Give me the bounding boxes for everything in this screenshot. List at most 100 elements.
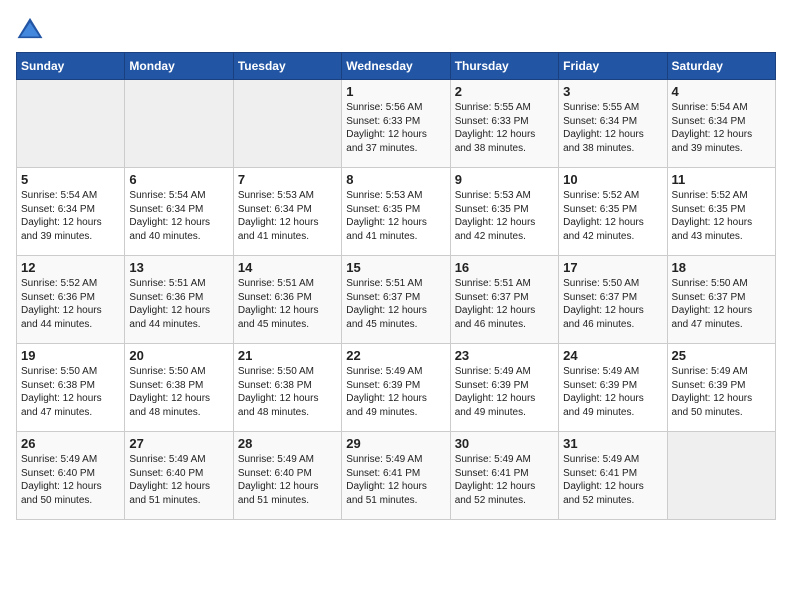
calendar-cell: [667, 432, 775, 520]
day-number: 15: [346, 260, 445, 275]
day-info: Sunrise: 5:51 AM Sunset: 6:36 PM Dayligh…: [129, 277, 228, 331]
day-number: 28: [238, 436, 337, 451]
logo-icon: [16, 16, 44, 40]
day-info: Sunrise: 5:53 AM Sunset: 6:35 PM Dayligh…: [346, 189, 445, 243]
day-number: 14: [238, 260, 337, 275]
day-info: Sunrise: 5:49 AM Sunset: 6:39 PM Dayligh…: [455, 365, 554, 419]
day-info: Sunrise: 5:51 AM Sunset: 6:37 PM Dayligh…: [346, 277, 445, 331]
calendar-cell: 23 Sunrise: 5:49 AM Sunset: 6:39 PM Dayli…: [450, 344, 558, 432]
calendar-cell: 22 Sunrise: 5:49 AM Sunset: 6:39 PM Dayli…: [342, 344, 450, 432]
calendar-cell: 29 Sunrise: 5:49 AM Sunset: 6:41 PM Dayli…: [342, 432, 450, 520]
calendar-cell: 13Sunrise: 5:51 AM Sunset: 6:36 PM Dayli…: [125, 256, 233, 344]
calendar-cell: 11 Sunrise: 5:52 AM Sunset: 6:35 PM Dayli…: [667, 168, 775, 256]
calendar-cell: 2 Sunrise: 5:55 AM Sunset: 6:33 PM Daylig…: [450, 80, 558, 168]
day-number: 1: [346, 84, 445, 99]
day-number: 24: [563, 348, 662, 363]
day-number: 31: [563, 436, 662, 451]
day-number: 21: [238, 348, 337, 363]
calendar-cell: 5 Sunrise: 5:54 AM Sunset: 6:34 PM Daylig…: [17, 168, 125, 256]
header-saturday: Saturday: [667, 53, 775, 80]
calendar-cell: 8 Sunrise: 5:53 AM Sunset: 6:35 PM Daylig…: [342, 168, 450, 256]
calendar-cell: [125, 80, 233, 168]
calendar-cell: 10 Sunrise: 5:52 AM Sunset: 6:35 PM Dayli…: [559, 168, 667, 256]
day-number: 23: [455, 348, 554, 363]
day-number: 16: [455, 260, 554, 275]
day-number: 4: [672, 84, 771, 99]
day-info: Sunrise: 5:54 AM Sunset: 6:34 PM Dayligh…: [672, 101, 771, 155]
calendar-cell: 15 Sunrise: 5:51 AM Sunset: 6:37 PM Dayli…: [342, 256, 450, 344]
day-number: 20: [129, 348, 228, 363]
calendar-cell: 17 Sunrise: 5:50 AM Sunset: 6:37 PM Dayli…: [559, 256, 667, 344]
calendar-week-row: 19 Sunrise: 5:50 AM Sunset: 6:38 PM Dayli…: [17, 344, 776, 432]
calendar-cell: 31 Sunrise: 5:49 AM Sunset: 6:41 PM Dayli…: [559, 432, 667, 520]
day-info: Sunrise: 5:51 AM Sunset: 6:37 PM Dayligh…: [455, 277, 554, 331]
calendar-cell: 25 Sunrise: 5:49 AM Sunset: 6:39 PM Dayli…: [667, 344, 775, 432]
day-info: Sunrise: 5:49 AM Sunset: 6:39 PM Dayligh…: [346, 365, 445, 419]
day-info: Sunrise: 5:49 AM Sunset: 6:39 PM Dayligh…: [672, 365, 771, 419]
day-info: Sunrise: 5:49 AM Sunset: 6:40 PM Dayligh…: [238, 453, 337, 507]
day-number: 22: [346, 348, 445, 363]
day-number: 30: [455, 436, 554, 451]
day-number: 19: [21, 348, 120, 363]
calendar-cell: 12 Sunrise: 5:52 AM Sunset: 6:36 PM Dayli…: [17, 256, 125, 344]
page-header: [16, 16, 776, 40]
calendar-cell: 20Sunrise: 5:50 AM Sunset: 6:38 PM Dayli…: [125, 344, 233, 432]
day-info: Sunrise: 5:52 AM Sunset: 6:35 PM Dayligh…: [563, 189, 662, 243]
day-number: 8: [346, 172, 445, 187]
day-info: Sunrise: 5:55 AM Sunset: 6:33 PM Dayligh…: [455, 101, 554, 155]
calendar-table: SundayMondayTuesdayWednesdayThursdayFrid…: [16, 52, 776, 520]
header-wednesday: Wednesday: [342, 53, 450, 80]
day-info: Sunrise: 5:52 AM Sunset: 6:35 PM Dayligh…: [672, 189, 771, 243]
calendar-cell: 16 Sunrise: 5:51 AM Sunset: 6:37 PM Dayli…: [450, 256, 558, 344]
day-number: 3: [563, 84, 662, 99]
day-number: 12: [21, 260, 120, 275]
calendar-cell: 7Sunrise: 5:53 AM Sunset: 6:34 PM Daylig…: [233, 168, 341, 256]
day-info: Sunrise: 5:53 AM Sunset: 6:35 PM Dayligh…: [455, 189, 554, 243]
day-info: Sunrise: 5:50 AM Sunset: 6:38 PM Dayligh…: [21, 365, 120, 419]
calendar-cell: 19 Sunrise: 5:50 AM Sunset: 6:38 PM Dayli…: [17, 344, 125, 432]
calendar-cell: [233, 80, 341, 168]
header-friday: Friday: [559, 53, 667, 80]
day-info: Sunrise: 5:52 AM Sunset: 6:36 PM Dayligh…: [21, 277, 120, 331]
day-number: 25: [672, 348, 771, 363]
day-number: 11: [672, 172, 771, 187]
day-info: Sunrise: 5:51 AM Sunset: 6:36 PM Dayligh…: [238, 277, 337, 331]
header-tuesday: Tuesday: [233, 53, 341, 80]
calendar-cell: 14 Sunrise: 5:51 AM Sunset: 6:36 PM Dayli…: [233, 256, 341, 344]
day-number: 18: [672, 260, 771, 275]
day-number: 10: [563, 172, 662, 187]
calendar-week-row: 5 Sunrise: 5:54 AM Sunset: 6:34 PM Daylig…: [17, 168, 776, 256]
day-info: Sunrise: 5:50 AM Sunset: 6:38 PM Dayligh…: [238, 365, 337, 419]
day-info: Sunrise: 5:49 AM Sunset: 6:40 PM Dayligh…: [129, 453, 228, 507]
calendar-cell: 18 Sunrise: 5:50 AM Sunset: 6:37 PM Dayli…: [667, 256, 775, 344]
header-sunday: Sunday: [17, 53, 125, 80]
day-info: Sunrise: 5:54 AM Sunset: 6:34 PM Dayligh…: [21, 189, 120, 243]
day-info: Sunrise: 5:49 AM Sunset: 6:41 PM Dayligh…: [563, 453, 662, 507]
calendar-cell: 28 Sunrise: 5:49 AM Sunset: 6:40 PM Dayli…: [233, 432, 341, 520]
day-info: Sunrise: 5:49 AM Sunset: 6:41 PM Dayligh…: [346, 453, 445, 507]
day-info: Sunrise: 5:49 AM Sunset: 6:41 PM Dayligh…: [455, 453, 554, 507]
logo: [16, 16, 48, 40]
calendar-cell: 30 Sunrise: 5:49 AM Sunset: 6:41 PM Dayli…: [450, 432, 558, 520]
day-number: 5: [21, 172, 120, 187]
calendar-cell: 6Sunrise: 5:54 AM Sunset: 6:34 PM Daylig…: [125, 168, 233, 256]
day-number: 17: [563, 260, 662, 275]
calendar-cell: 1 Sunrise: 5:56 AM Sunset: 6:33 PM Daylig…: [342, 80, 450, 168]
calendar-header-row: SundayMondayTuesdayWednesdayThursdayFrid…: [17, 53, 776, 80]
day-info: Sunrise: 5:55 AM Sunset: 6:34 PM Dayligh…: [563, 101, 662, 155]
day-number: 6: [129, 172, 228, 187]
calendar-cell: 26Sunrise: 5:49 AM Sunset: 6:40 PM Dayli…: [17, 432, 125, 520]
calendar-cell: 24 Sunrise: 5:49 AM Sunset: 6:39 PM Dayli…: [559, 344, 667, 432]
calendar-week-row: 1 Sunrise: 5:56 AM Sunset: 6:33 PM Daylig…: [17, 80, 776, 168]
day-info: Sunrise: 5:50 AM Sunset: 6:37 PM Dayligh…: [672, 277, 771, 331]
day-number: 2: [455, 84, 554, 99]
day-number: 29: [346, 436, 445, 451]
day-info: Sunrise: 5:50 AM Sunset: 6:37 PM Dayligh…: [563, 277, 662, 331]
day-number: 7: [238, 172, 337, 187]
day-number: 9: [455, 172, 554, 187]
day-number: 26: [21, 436, 120, 451]
header-thursday: Thursday: [450, 53, 558, 80]
day-info: Sunrise: 5:56 AM Sunset: 6:33 PM Dayligh…: [346, 101, 445, 155]
calendar-cell: 4 Sunrise: 5:54 AM Sunset: 6:34 PM Daylig…: [667, 80, 775, 168]
day-info: Sunrise: 5:49 AM Sunset: 6:39 PM Dayligh…: [563, 365, 662, 419]
